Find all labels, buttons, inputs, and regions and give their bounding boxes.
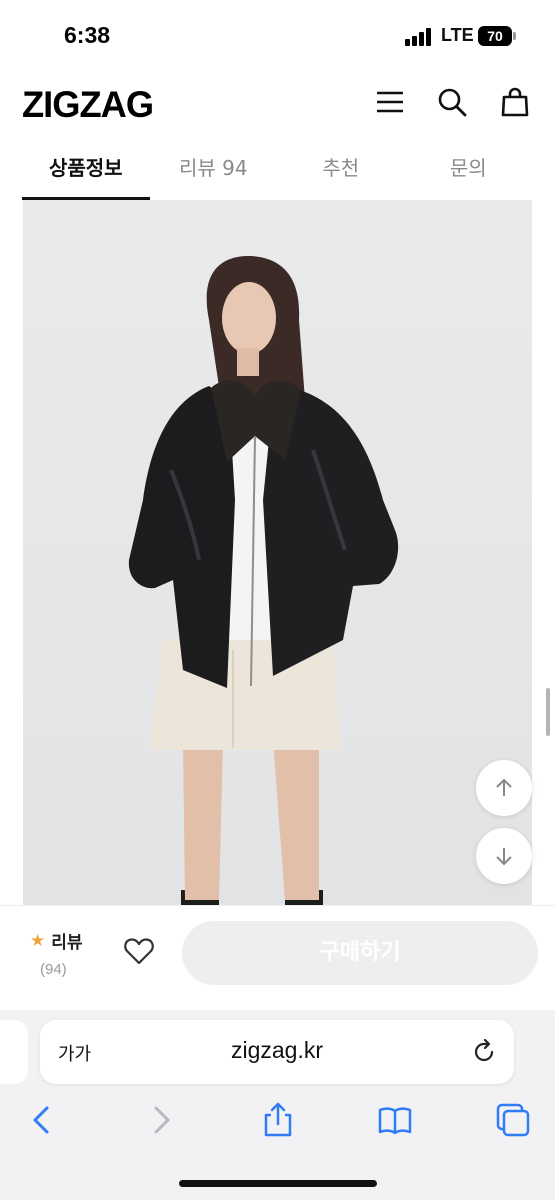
product-image[interactable] (23, 200, 532, 905)
search-icon[interactable] (437, 87, 467, 117)
tab-recommended[interactable]: 추천 (277, 140, 405, 200)
arrow-up-icon (496, 778, 512, 796)
battery-icon: 70 (478, 26, 512, 46)
menu-icon[interactable] (375, 87, 405, 117)
status-time: 6:38 (64, 22, 111, 48)
network-type: LTE (441, 25, 474, 45)
back-icon[interactable] (24, 1102, 60, 1138)
zigzag-logo[interactable]: ZIGZAG (22, 84, 154, 126)
tab-inquiry[interactable]: 문의 (405, 140, 533, 200)
product-photo-illustration (128, 255, 399, 905)
status-bar: 6:38 LTE 70 (0, 0, 555, 70)
buy-button[interactable]: 구매하기 (182, 921, 538, 985)
bookmarks-icon[interactable] (377, 1102, 413, 1138)
reload-icon[interactable] (470, 1038, 498, 1066)
arrow-down-icon (496, 848, 512, 866)
battery-tip (513, 32, 516, 40)
scroll-indicator[interactable] (546, 688, 550, 736)
url-text: zigzag.kr (230, 1037, 324, 1063)
previous-tab-preview[interactable] (0, 1020, 28, 1084)
product-tabs: 상품정보 리뷰 94 추천 문의 (22, 140, 532, 200)
scroll-down-button[interactable] (476, 828, 532, 884)
app-header: ZIGZAG (0, 70, 555, 140)
heart-icon[interactable] (123, 936, 155, 966)
tabs-icon[interactable] (495, 1102, 531, 1138)
star-icon: ★ (30, 930, 46, 951)
scroll-up-button[interactable] (476, 760, 532, 816)
home-indicator (179, 1180, 377, 1187)
share-icon[interactable] (260, 1102, 296, 1138)
cellular-signal-icon (405, 28, 435, 46)
browser-toolbar: 가가 zigzag.kr (0, 1010, 555, 1200)
forward-icon[interactable] (143, 1102, 179, 1138)
review-count: (94) (40, 961, 67, 978)
shopping-bag-icon[interactable] (500, 87, 530, 117)
tab-reviews[interactable]: 리뷰 94 (150, 140, 278, 200)
address-bar[interactable]: 가가 zigzag.kr (40, 1020, 514, 1084)
tab-product-info[interactable]: 상품정보 (22, 140, 150, 200)
purchase-bar: ★ 리뷰 (94) 구매하기 (0, 905, 555, 1010)
review-label: 리뷰 (51, 933, 83, 953)
review-summary[interactable]: ★ 리뷰 (94) (30, 928, 100, 979)
